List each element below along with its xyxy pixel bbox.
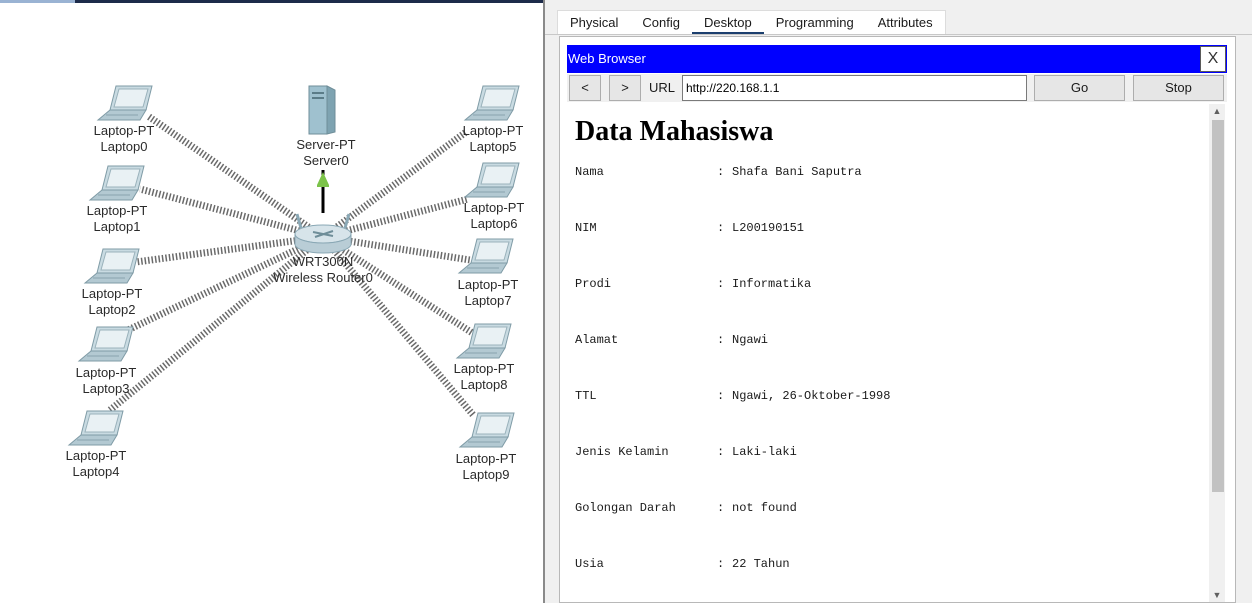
laptop-icon[interactable] [457, 237, 515, 277]
laptop-icon[interactable] [77, 325, 135, 365]
back-button[interactable]: < [569, 75, 601, 101]
row-value: L200190151 [732, 221, 805, 235]
topology-workspace[interactable]: Server-PT Server0 WRT300N Wireless Route… [0, 0, 543, 603]
row-key: Prodi [575, 277, 612, 291]
laptop-icon[interactable] [463, 161, 521, 201]
row-value: Ngawi, 26-Oktober-1998 [732, 389, 891, 403]
row-separator: : [717, 557, 725, 571]
wireless-router-icon[interactable] [291, 212, 355, 256]
laptop-icon[interactable] [458, 411, 516, 451]
data-row-golongan-darah: Golongan Darah: not found [575, 501, 797, 515]
url-input[interactable] [682, 75, 1027, 101]
row-value: Shafa Bani Saputra [732, 165, 862, 179]
laptop-label: Laptop-PT Laptop5 [462, 123, 524, 154]
row-value: Laki-laki [732, 445, 797, 459]
tab-config[interactable]: Config [630, 11, 692, 35]
row-key: Jenis Kelamin [575, 445, 669, 459]
row-value: 22 Tahun [732, 557, 790, 571]
laptop-icon[interactable] [83, 247, 141, 287]
row-separator: : [717, 221, 725, 235]
browser-nav-bar: < > URL Go Stop [567, 74, 1227, 102]
server-label: Server-PT Server0 [296, 137, 356, 168]
laptop-label: Laptop-PT Laptop6 [463, 200, 525, 231]
data-row-prodi: Prodi: Informatika [575, 277, 811, 291]
laptop-label: Laptop-PT Laptop1 [86, 203, 148, 234]
device-tabs: Physical Config Desktop Programming Attr… [557, 10, 946, 35]
laptop-label: Laptop-PT Laptop9 [455, 451, 517, 482]
device-config-panel: Physical Config Desktop Programming Attr… [543, 0, 1252, 603]
data-row-alamat: Alamat: Ngawi [575, 333, 768, 347]
row-key: Usia [575, 557, 604, 571]
row-separator: : [717, 501, 725, 515]
data-row-jenis-kelamin: Jenis Kelamin: Laki-laki [575, 445, 797, 459]
laptop-label: Laptop-PT Laptop8 [453, 361, 515, 392]
data-row-usia: Usia:22 Tahun [575, 557, 790, 571]
scroll-up-arrow-icon[interactable]: ▲ [1209, 104, 1225, 118]
router-label: WRT300N Wireless Router0 [273, 254, 373, 285]
tab-programming[interactable]: Programming [764, 11, 866, 35]
page-heading: Data Mahasiswa [575, 116, 774, 147]
row-separator: : [717, 277, 725, 291]
stop-button[interactable]: Stop [1133, 75, 1224, 101]
laptop-icon[interactable] [67, 409, 125, 449]
close-button[interactable]: X [1200, 46, 1226, 72]
data-row-ttl: TTL: Ngawi, 26-Oktober-1998 [575, 389, 890, 403]
laptop-icon[interactable] [88, 164, 146, 204]
laptop-label: Laptop-PT Laptop4 [65, 448, 127, 479]
row-separator: : [717, 333, 725, 347]
laptop-icon[interactable] [455, 322, 513, 362]
scroll-thumb[interactable] [1212, 120, 1224, 492]
tab-attributes[interactable]: Attributes [866, 11, 945, 35]
row-key: Alamat [575, 333, 619, 347]
laptop-icon[interactable] [463, 84, 521, 124]
page-content: Data Mahasiswa Nama: Shafa Bani Saputra N… [567, 104, 1225, 602]
server-icon[interactable] [305, 84, 341, 136]
data-row-nim: NIM: L200190151 [575, 221, 804, 235]
row-key: Golongan Darah [575, 501, 676, 515]
row-separator: : [717, 445, 725, 459]
row-key: TTL [575, 389, 597, 403]
data-row-nama: Nama: Shafa Bani Saputra [575, 165, 862, 179]
tab-physical[interactable]: Physical [558, 11, 630, 35]
forward-button[interactable]: > [609, 75, 641, 101]
row-value: Informatika [732, 277, 812, 291]
row-key: NIM [575, 221, 597, 235]
row-separator: : [717, 389, 725, 403]
row-separator: : [717, 165, 725, 179]
link-status-up-icon [317, 172, 329, 185]
browser-title-bar: Web Browser X [567, 45, 1227, 73]
row-key: Nama [575, 165, 604, 179]
laptop-label: Laptop-PT Laptop2 [81, 286, 143, 317]
laptop-label: Laptop-PT Laptop0 [93, 123, 155, 154]
laptop-label: Laptop-PT Laptop7 [457, 277, 519, 308]
go-button[interactable]: Go [1034, 75, 1125, 101]
tab-desktop[interactable]: Desktop [692, 11, 764, 35]
laptop-icon[interactable] [96, 84, 154, 124]
laptop-label: Laptop-PT Laptop3 [75, 365, 137, 396]
url-label: URL [649, 80, 676, 95]
vertical-scrollbar[interactable]: ▲ ▼ [1209, 104, 1225, 602]
row-value: not found [732, 501, 797, 515]
browser-title: Web Browser [568, 51, 646, 66]
web-browser-window: Web Browser X < > URL Go Stop Data Mahas… [559, 36, 1236, 603]
scroll-down-arrow-icon[interactable]: ▼ [1209, 588, 1225, 602]
row-value: Ngawi [732, 333, 769, 347]
tab-divider [545, 34, 1252, 35]
link-status-dot-icon [317, 185, 329, 187]
